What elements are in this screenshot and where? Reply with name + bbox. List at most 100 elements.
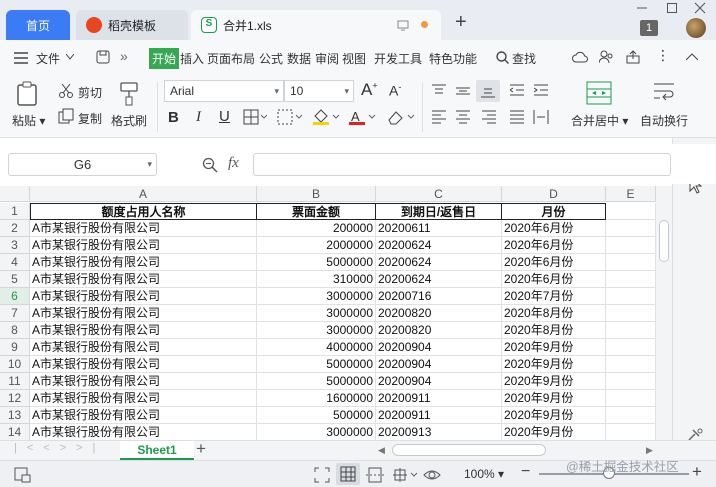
column-header-b[interactable]: B — [257, 186, 376, 202]
merge-center-icon[interactable] — [586, 81, 612, 105]
cell-month[interactable]: 2020年6月份 — [502, 237, 606, 254]
indent-decrease-icon[interactable] — [510, 84, 524, 98]
fill-pattern-icon[interactable] — [277, 109, 303, 125]
page-break-view-icon[interactable] — [366, 467, 384, 483]
cell-name[interactable]: A市某银行股份有限公司 — [30, 424, 257, 440]
cell-e[interactable] — [606, 322, 656, 339]
window-count-badge[interactable]: 1 — [640, 20, 658, 36]
zoom-out-icon[interactable]: − — [521, 463, 530, 481]
cell-due-date[interactable]: 20200624 — [376, 237, 502, 254]
font-color-icon[interactable]: A — [348, 108, 376, 126]
zoom-level[interactable]: 100% ▾ — [464, 467, 504, 481]
monitor-icon[interactable] — [397, 19, 409, 31]
add-sheet-icon[interactable]: + — [196, 439, 206, 459]
cell-e[interactable] — [606, 220, 656, 237]
cell-month[interactable]: 2020年8月份 — [502, 305, 606, 322]
copy-icon[interactable] — [58, 108, 74, 124]
cell-e[interactable] — [606, 288, 656, 305]
row-header[interactable]: 11 — [0, 373, 30, 390]
cell-amount[interactable]: 3000000 — [257, 305, 376, 322]
cell-e[interactable] — [606, 390, 656, 407]
cell-e[interactable] — [606, 203, 656, 220]
cell-due-date[interactable]: 20200820 — [376, 322, 502, 339]
cell-month[interactable]: 2020年6月份 — [502, 220, 606, 237]
cell-amount[interactable]: 310000 — [257, 271, 376, 288]
column-header-e[interactable]: E — [606, 186, 656, 202]
eraser-icon[interactable] — [385, 108, 415, 126]
name-box[interactable]: G6 ▾ — [8, 153, 157, 176]
wrap-text-icon[interactable] — [652, 81, 676, 105]
italic-button[interactable]: I — [196, 109, 201, 126]
row-header[interactable]: 12 — [0, 390, 30, 407]
collaborate-icon[interactable] — [599, 50, 613, 64]
chevron-down-icon[interactable] — [66, 54, 74, 60]
cell-due-date[interactable]: 20200913 — [376, 424, 502, 440]
cell-name[interactable]: A市某银行股份有限公司 — [30, 407, 257, 424]
cell-amount[interactable]: 4000000 — [257, 339, 376, 356]
cell-e[interactable] — [606, 407, 656, 424]
menu-data[interactable]: 数据 — [287, 50, 311, 67]
paste-button[interactable]: 粘贴 ▾ — [12, 112, 45, 129]
cell-amount[interactable]: 5000000 — [257, 254, 376, 271]
search-icon[interactable] — [496, 51, 509, 64]
row-header[interactable]: 9 — [0, 339, 30, 356]
menu-search[interactable]: 查找 — [512, 50, 536, 67]
shrink-font-button[interactable]: A- — [389, 82, 401, 99]
formula-input[interactable] — [253, 153, 671, 176]
sheet-navigation-icon[interactable]: |<<>>| — [14, 442, 105, 454]
zoom-formula-icon[interactable] — [202, 157, 218, 173]
sheet-tab[interactable]: Sheet1 — [120, 441, 194, 460]
cell-due-date[interactable]: 20200820 — [376, 305, 502, 322]
cell-e[interactable] — [606, 305, 656, 322]
cell-name[interactable]: A市某银行股份有限公司 — [30, 339, 257, 356]
cell-due-date[interactable]: 20200716 — [376, 288, 502, 305]
cell-e[interactable] — [606, 237, 656, 254]
cell-month[interactable]: 2020年9月份 — [502, 339, 606, 356]
more-icon[interactable]: » — [120, 48, 128, 64]
horizontal-scroll-thumb[interactable] — [392, 444, 546, 456]
row-header[interactable]: 4 — [0, 254, 30, 271]
align-right-icon[interactable] — [482, 110, 496, 124]
menu-page-layout[interactable]: 页面布局 — [207, 50, 255, 67]
cell-amount[interactable]: 3000000 — [257, 288, 376, 305]
column-header-c[interactable]: C — [376, 186, 502, 202]
justify-icon[interactable] — [510, 110, 524, 124]
cell-due-date[interactable]: 20200904 — [376, 339, 502, 356]
avatar[interactable] — [686, 18, 706, 38]
header-cell-due-date[interactable]: 到期日/返售日 — [376, 203, 502, 220]
cell-amount[interactable]: 2000000 — [257, 237, 376, 254]
header-cell-amount[interactable]: 票面金额 — [257, 203, 376, 220]
spreadsheet-grid[interactable]: A B C D E 1 额度占用人名称 票面金额 到期日/返售日 月份 2 A市某银行股份有… — [0, 186, 672, 440]
cell-month[interactable]: 2020年9月份 — [502, 373, 606, 390]
row-header[interactable]: 10 — [0, 356, 30, 373]
cell-month[interactable]: 2020年9月份 — [502, 424, 606, 440]
copy-button[interactable]: 复制 — [78, 110, 102, 127]
cell-amount[interactable]: 3000000 — [257, 424, 376, 440]
font-name-select[interactable]: Arial ▾ — [164, 80, 284, 102]
cell-due-date[interactable]: 20200911 — [376, 407, 502, 424]
menu-formula[interactable]: 公式 — [259, 50, 283, 67]
cell-month[interactable]: 2020年8月份 — [502, 322, 606, 339]
column-header-a[interactable]: A — [30, 186, 257, 202]
column-header-d[interactable]: D — [502, 186, 606, 202]
cell-month[interactable]: 2020年7月份 — [502, 288, 606, 305]
scroll-right-icon[interactable]: ▶ — [646, 445, 653, 456]
more-options-icon[interactable]: ⋮ — [656, 47, 670, 64]
cell-month[interactable]: 2020年9月份 — [502, 407, 606, 424]
underline-button[interactable]: U — [219, 108, 230, 125]
cell-due-date[interactable]: 20200904 — [376, 356, 502, 373]
grow-font-button[interactable]: A+ — [361, 80, 378, 100]
cell-due-date[interactable]: 20200904 — [376, 373, 502, 390]
eye-protection-icon[interactable] — [423, 467, 441, 483]
cell-name[interactable]: A市某银行股份有限公司 — [30, 373, 257, 390]
save-icon[interactable] — [96, 50, 110, 64]
header-cell-month[interactable]: 月份 — [502, 203, 606, 220]
menu-view[interactable]: 视图 — [342, 50, 366, 67]
cell-e[interactable] — [606, 339, 656, 356]
cell-name[interactable]: A市某银行股份有限公司 — [30, 356, 257, 373]
align-bottom-button[interactable] — [476, 80, 500, 102]
cell-due-date[interactable]: 20200911 — [376, 390, 502, 407]
close-icon[interactable] — [694, 2, 706, 14]
row-header[interactable]: 13 — [0, 407, 30, 424]
vertical-scroll-thumb[interactable] — [659, 220, 669, 262]
